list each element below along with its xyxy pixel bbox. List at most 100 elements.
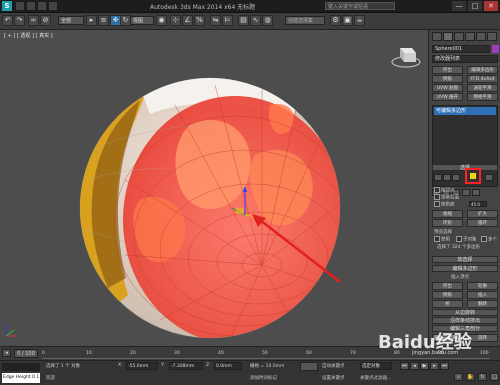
object-color-swatch[interactable] bbox=[492, 45, 499, 53]
render-icon[interactable]: ☕ bbox=[354, 15, 365, 26]
undo-button[interactable]: ↶ bbox=[2, 15, 13, 26]
auto-key-button[interactable]: 自动关键点 bbox=[322, 363, 345, 369]
remove-modifier-icon[interactable] bbox=[462, 189, 470, 196]
modifier-button[interactable]: UVW 展开 bbox=[432, 93, 463, 101]
unlink-icon[interactable]: ⊘ bbox=[40, 15, 51, 26]
redo-button[interactable]: ↷ bbox=[14, 15, 25, 26]
vertex-mode-icon[interactable] bbox=[434, 174, 442, 181]
configure-sets-icon[interactable] bbox=[472, 189, 480, 196]
hierarchy-tab-icon[interactable] bbox=[454, 32, 464, 41]
motion-tab-icon[interactable] bbox=[465, 32, 475, 41]
maxscript-mini-listener[interactable]: Edge Height 0.1 bbox=[2, 373, 40, 383]
pan-icon[interactable]: ✋ bbox=[466, 373, 475, 381]
by-angle-option[interactable]: 按角度 bbox=[434, 201, 455, 208]
z-coordinate-field[interactable]: 0.0mm bbox=[214, 362, 242, 370]
redo-icon[interactable] bbox=[49, 2, 57, 10]
flip-button[interactable]: 翻转 bbox=[467, 300, 498, 308]
time-slider[interactable]: 0 / 100 bbox=[14, 349, 38, 358]
extrude-button[interactable]: 挤出 bbox=[432, 282, 463, 290]
modifier-button[interactable]: UVW 贴图 bbox=[432, 84, 463, 92]
display-tab-icon[interactable] bbox=[476, 32, 486, 41]
soft-selection-rollout-header[interactable]: 软选择 bbox=[432, 256, 498, 263]
play-icon[interactable]: ▶ bbox=[420, 362, 429, 370]
y-coordinate-field[interactable]: -7.308mm bbox=[169, 362, 203, 370]
inset-button[interactable]: 插入 bbox=[467, 291, 498, 299]
outline-button[interactable]: 轮廓 bbox=[467, 282, 498, 290]
utilities-tab-icon[interactable] bbox=[487, 32, 497, 41]
save-icon[interactable] bbox=[27, 2, 35, 10]
pivot-icon[interactable]: ◉ bbox=[156, 15, 167, 26]
border-mode-icon[interactable] bbox=[452, 174, 460, 181]
scene-canvas[interactable] bbox=[0, 30, 428, 346]
ignore-backfacing-option[interactable]: 忽略背面 bbox=[434, 194, 459, 201]
orbit-icon[interactable]: ↻ bbox=[478, 373, 487, 381]
edge-mode-icon[interactable] bbox=[443, 174, 451, 181]
polygon-mode-button[interactable] bbox=[469, 172, 477, 180]
loop-button[interactable]: 循环 bbox=[467, 219, 498, 227]
zoom-icon[interactable]: ⌕ bbox=[454, 373, 463, 381]
create-tab-icon[interactable] bbox=[432, 32, 442, 41]
next-frame-icon[interactable]: ▸ bbox=[430, 362, 439, 370]
set-key-button[interactable]: 设置关键点 bbox=[322, 375, 345, 381]
named-selection-set-input[interactable]: 创建选择集 bbox=[285, 16, 325, 25]
modifier-button[interactable]: 网格平滑 bbox=[467, 93, 498, 101]
modifier-button[interactable]: 编辑多边形 bbox=[467, 66, 498, 74]
preview-multi-option[interactable]: 多个 bbox=[481, 236, 497, 243]
link-icon[interactable]: ∞ bbox=[28, 15, 39, 26]
hinge-from-edge-button[interactable]: 从边旋转 bbox=[432, 309, 498, 316]
align-icon[interactable]: ⊨ bbox=[222, 15, 233, 26]
bevel-button[interactable]: 倒角 bbox=[432, 291, 463, 299]
preview-subobject-option[interactable]: 子对象 bbox=[456, 236, 477, 243]
render-frame-icon[interactable]: ▣ bbox=[342, 15, 353, 26]
shrink-button[interactable]: 收缩 bbox=[432, 210, 463, 218]
layer-icon[interactable]: ▤ bbox=[238, 15, 249, 26]
prev-frame-icon[interactable]: ◂ bbox=[410, 362, 419, 370]
stack-item-editable-poly[interactable]: 可编辑多边形 bbox=[434, 107, 496, 115]
maximize-button[interactable]: □ bbox=[468, 1, 482, 11]
x-coordinate-field[interactable]: -55.0mm bbox=[126, 362, 158, 370]
object-name-field[interactable]: Sphere001 bbox=[432, 45, 490, 53]
selected-object-dropdown[interactable]: 选定对象 bbox=[360, 362, 392, 370]
perspective-viewport[interactable]: [ + ] [ 透视 ] [ 真实 ] bbox=[0, 30, 428, 346]
insert-vertex-button[interactable]: 插入顶点 bbox=[451, 274, 469, 280]
edit-polygons-rollout-header[interactable]: 编辑多边形 bbox=[432, 265, 498, 272]
viewport-label[interactable]: [ + ] [ 透视 ] [ 真实 ] bbox=[4, 32, 53, 39]
snap-icon[interactable]: ⊹ bbox=[170, 15, 181, 26]
goto-start-icon[interactable]: ⏮ bbox=[400, 362, 409, 370]
modifier-button[interactable]: 挤出 bbox=[432, 66, 463, 74]
material-editor-icon[interactable]: ◍ bbox=[262, 15, 273, 26]
key-filters-button[interactable]: 关键点过滤器... bbox=[360, 375, 391, 381]
selection-filter-dropdown[interactable]: 全部 bbox=[58, 16, 84, 25]
mirror-icon[interactable]: ⇋ bbox=[210, 15, 221, 26]
by-vertex-option[interactable]: 按顶点 bbox=[434, 187, 455, 194]
minimize-button[interactable]: — bbox=[452, 1, 466, 11]
grow-button[interactable]: 扩大 bbox=[467, 210, 498, 218]
viewcube-icon[interactable] bbox=[390, 40, 422, 70]
select-object-icon[interactable]: ▸ bbox=[86, 15, 97, 26]
open-icon[interactable] bbox=[16, 2, 24, 10]
undo-icon[interactable] bbox=[38, 2, 46, 10]
modifier-button[interactable]: 涡轮平滑 bbox=[467, 84, 498, 92]
angle-snap-icon[interactable]: ∠ bbox=[182, 15, 193, 26]
ring-button[interactable]: 环形 bbox=[432, 219, 463, 227]
timeline-toggle-icon[interactable]: ◂ bbox=[2, 349, 11, 357]
add-time-tag-button[interactable]: 添加时间标记 bbox=[250, 375, 277, 381]
percent-snap-icon[interactable]: % bbox=[194, 15, 205, 26]
modifier-list-dropdown[interactable]: 修改器列表 bbox=[432, 55, 498, 63]
maxscript-listener[interactable] bbox=[2, 363, 40, 371]
key-icon[interactable] bbox=[300, 362, 318, 371]
close-button[interactable]: ✕ bbox=[484, 1, 498, 11]
modifier-button[interactable]: 倒角 bbox=[432, 75, 463, 83]
select-by-name-icon[interactable]: ≡ bbox=[98, 15, 109, 26]
render-setup-icon[interactable]: ⚙ bbox=[330, 15, 341, 26]
extrude-along-spline-button[interactable]: 沿样条线挤出 bbox=[432, 317, 498, 324]
element-mode-icon[interactable] bbox=[485, 174, 493, 181]
goto-end-icon[interactable]: ⏭ bbox=[440, 362, 449, 370]
maximize-viewport-icon[interactable]: □ bbox=[490, 373, 499, 381]
modifier-button[interactable]: FFD 4x4x4 bbox=[467, 75, 498, 83]
angle-spinner[interactable]: 45.0 bbox=[469, 201, 487, 207]
reference-coordinate-dropdown[interactable]: 视图 bbox=[130, 16, 154, 25]
app-logo[interactable]: S bbox=[2, 1, 12, 11]
modify-tab-icon[interactable] bbox=[443, 32, 453, 41]
bridge-button[interactable]: 桥 bbox=[432, 300, 463, 308]
